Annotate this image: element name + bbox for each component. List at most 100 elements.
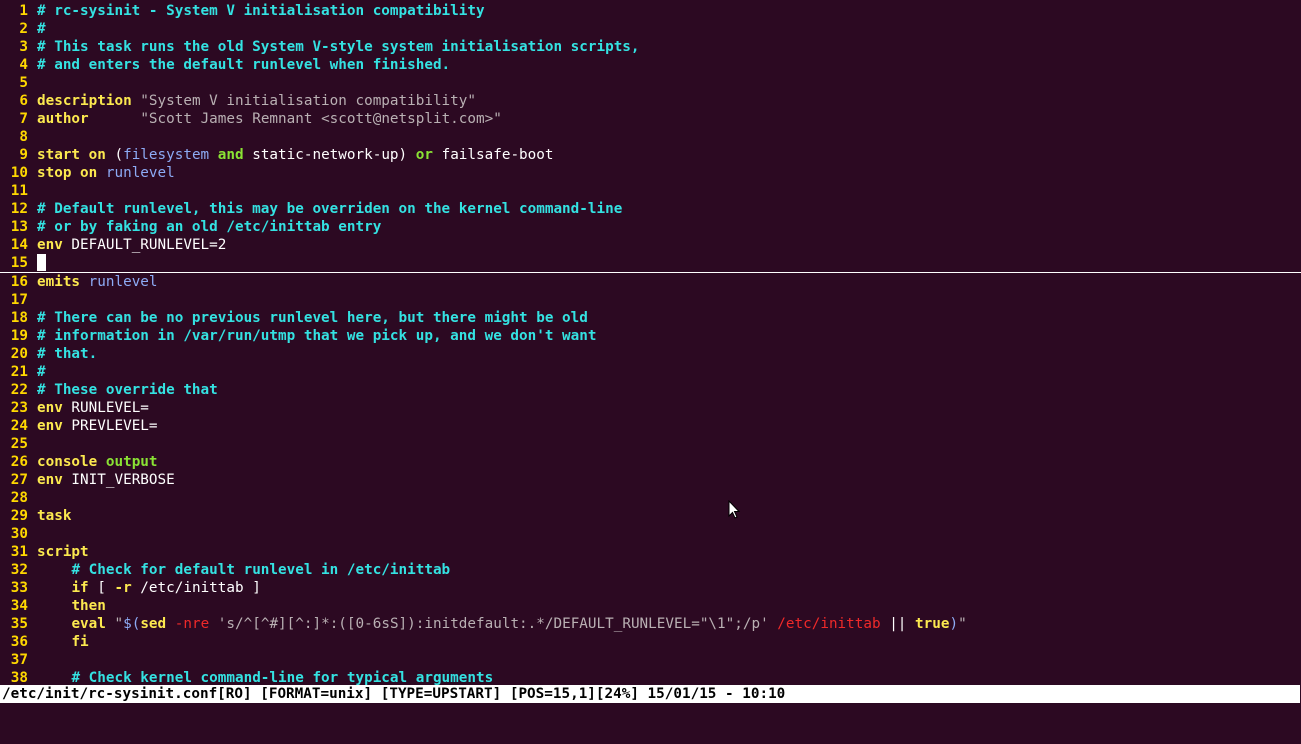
code-token: console — [37, 454, 98, 470]
text-cursor — [37, 254, 46, 271]
code-token: runlevel — [88, 274, 158, 290]
code-token: env — [37, 400, 63, 416]
code-line[interactable]: 2 # — [0, 20, 1301, 38]
code-token: true — [915, 616, 950, 632]
code-token: emits — [37, 274, 81, 290]
editor-buffer[interactable]: 1 # rc-sysinit - System V initialisation … — [0, 2, 1301, 687]
line-number: 20 — [10, 346, 28, 362]
code-line[interactable]: 12 # Default runlevel, this may be overri… — [0, 200, 1301, 218]
code-token: " — [958, 616, 967, 632]
line-number: 27 — [10, 472, 28, 488]
code-token: runlevel — [105, 165, 175, 181]
code-token: # There can be no previous runlevel here… — [37, 310, 588, 326]
code-line[interactable]: 33 if [ -r /etc/inittab ] — [0, 579, 1301, 597]
code-line[interactable]: 20 # that. — [0, 345, 1301, 363]
code-token: script — [37, 544, 89, 560]
code-token: # information in /var/run/utmp that we p… — [37, 328, 597, 344]
code-token: static-network-up) — [243, 147, 416, 163]
code-line[interactable]: 4 # and enters the default runlevel when … — [0, 56, 1301, 74]
code-line[interactable]: 19 # information in /var/run/utmp that we… — [0, 327, 1301, 345]
code-token: RUNLEVEL= — [62, 400, 149, 416]
code-token: 's/^[^#][^:]*:([0-6sS]):initdefault:.*/D… — [217, 616, 769, 632]
code-line[interactable]: 7 author "Scott James Remnant <scott@nets… — [0, 110, 1301, 128]
line-number: 36 — [10, 634, 28, 650]
code-line[interactable]: 13 # or by faking an old /etc/inittab ent… — [0, 218, 1301, 236]
code-token: "System V initialisation compatibility" — [140, 93, 476, 109]
code-token: filesystem — [123, 147, 210, 163]
code-token: PREVLEVEL= — [62, 418, 158, 434]
code-line[interactable]: 29 task — [0, 507, 1301, 525]
code-line[interactable]: 5 — [0, 74, 1301, 92]
line-number: 13 — [10, 219, 28, 235]
code-token: start on — [37, 147, 106, 163]
code-line[interactable]: 17 — [0, 291, 1301, 309]
code-line[interactable]: 32 # Check for default runlevel in /etc/… — [0, 561, 1301, 579]
line-number: 15 — [10, 255, 28, 271]
code-token: failsafe-boot — [432, 147, 554, 163]
line-number: 19 — [10, 328, 28, 344]
line-number: 22 — [10, 382, 28, 398]
code-token: " — [114, 616, 124, 632]
code-line[interactable]: 24 env PREVLEVEL= — [0, 417, 1301, 435]
line-number: 21 — [10, 364, 28, 380]
line-number: 26 — [10, 454, 28, 470]
code-line[interactable]: 23 env RUNLEVEL= — [0, 399, 1301, 417]
code-line[interactable]: 6 description "System V initialisation co… — [0, 92, 1301, 110]
code-line[interactable]: 15 — [0, 254, 1301, 273]
code-line[interactable]: 31 script — [0, 543, 1301, 561]
line-number: 7 — [19, 111, 28, 127]
line-number: 1 — [19, 3, 28, 19]
code-line[interactable]: 14 env DEFAULT_RUNLEVEL=2 — [0, 236, 1301, 254]
line-number: 11 — [10, 183, 28, 199]
code-line[interactable]: 36 fi — [0, 633, 1301, 651]
code-line[interactable]: 27 env INIT_VERBOSE — [0, 471, 1301, 489]
code-line[interactable]: 1 # rc-sysinit - System V initialisation … — [0, 2, 1301, 20]
code-line[interactable]: 37 — [0, 651, 1301, 669]
code-line[interactable]: 35 eval "$(sed -nre 's/^[^#][^:]*:([0-6s… — [0, 615, 1301, 633]
code-token: or — [415, 147, 433, 163]
code-line[interactable]: 26 console output — [0, 453, 1301, 471]
line-number: 35 — [10, 616, 28, 632]
code-line[interactable]: 30 — [0, 525, 1301, 543]
line-number: 33 — [10, 580, 28, 596]
code-line[interactable]: 34 then — [0, 597, 1301, 615]
code-line[interactable]: 8 — [0, 128, 1301, 146]
line-number: 2 — [19, 21, 28, 37]
line-number: 6 — [19, 93, 28, 109]
code-token: stop on — [37, 165, 98, 181]
code-line[interactable]: 25 — [0, 435, 1301, 453]
code-line[interactable]: 3 # This task runs the old System V-style… — [0, 38, 1301, 56]
code-token: INIT_VERBOSE — [62, 472, 175, 488]
code-token: DEFAULT_RUNLEVEL=2 — [62, 237, 227, 253]
code-line[interactable]: 18 # There can be no previous runlevel he… — [0, 309, 1301, 327]
code-line[interactable]: 10 stop on runlevel — [0, 164, 1301, 182]
code-token: # — [37, 21, 46, 37]
code-line[interactable]: 28 — [0, 489, 1301, 507]
line-number: 32 — [10, 562, 28, 578]
code-line[interactable]: 21 # — [0, 363, 1301, 381]
code-line[interactable]: 11 — [0, 182, 1301, 200]
code-line[interactable]: 22 # These override that — [0, 381, 1301, 399]
code-token: ( — [105, 147, 124, 163]
code-token: sed — [140, 616, 167, 632]
code-line[interactable]: 16 emits runlevel — [0, 273, 1301, 291]
code-token: # This task runs the old System V-style … — [37, 39, 640, 55]
line-number: 25 — [10, 436, 28, 452]
code-token: task — [37, 508, 72, 524]
code-line[interactable]: 9 start on (filesystem and static-network… — [0, 146, 1301, 164]
code-token: ) — [949, 616, 959, 632]
line-number: 29 — [10, 508, 28, 524]
line-number: 30 — [10, 526, 28, 542]
line-number: 8 — [19, 129, 28, 145]
code-token: env — [37, 418, 63, 434]
line-number: 18 — [10, 310, 28, 326]
code-token: description — [37, 93, 132, 109]
code-token: [ — [88, 580, 115, 596]
code-token: # — [37, 364, 46, 380]
